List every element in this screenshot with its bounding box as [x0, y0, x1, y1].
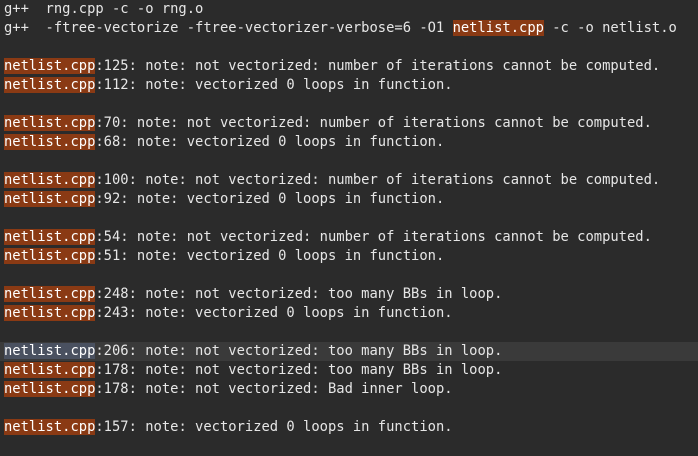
output-line[interactable]: netlist.cpp:112: note: vectorized 0 loop… — [0, 76, 698, 95]
output-line[interactable] — [0, 152, 698, 171]
search-match-highlight: netlist.cpp — [4, 172, 96, 188]
output-line[interactable]: netlist.cpp:70: note: not vectorized: nu… — [0, 114, 698, 133]
output-line[interactable]: netlist.cpp:178: note: not vectorized: t… — [0, 361, 698, 380]
output-text: :206: note: not vectorized: too many BBs… — [95, 343, 503, 359]
output-text: :243: note: vectorized 0 loops in functi… — [95, 305, 453, 321]
search-match-highlight: netlist.cpp — [4, 419, 96, 435]
output-text: -c -o netlist.o — [543, 20, 677, 36]
output-text: :92: note: vectorized 0 loops in functio… — [95, 191, 445, 207]
output-text: :70: note: not vectorized: number of ite… — [95, 115, 652, 131]
output-text: :125: note: not vectorized: number of it… — [95, 58, 661, 74]
search-match-highlight: netlist.cpp — [4, 362, 96, 378]
output-line[interactable]: netlist.cpp:100: note: not vectorized: n… — [0, 171, 698, 190]
output-line[interactable]: netlist.cpp:92: note: vectorized 0 loops… — [0, 190, 698, 209]
output-text: :112: note: vectorized 0 loops in functi… — [95, 77, 453, 93]
search-match-highlight: netlist.cpp — [4, 381, 96, 397]
output-line[interactable]: netlist.cpp:243: note: vectorized 0 loop… — [0, 304, 698, 323]
output-line[interactable] — [0, 38, 698, 57]
search-match-highlight: netlist.cpp — [4, 115, 96, 131]
output-text: :100: note: not vectorized: number of it… — [95, 172, 661, 188]
output-line[interactable]: netlist.cpp:54: note: not vectorized: nu… — [0, 228, 698, 247]
search-match-highlight: netlist.cpp — [4, 286, 96, 302]
output-line[interactable]: netlist.cpp:68: note: vectorized 0 loops… — [0, 133, 698, 152]
output-line[interactable] — [0, 437, 698, 456]
output-line[interactable]: netlist.cpp:157: note: vectorized 0 loop… — [0, 418, 698, 437]
output-text: g++ -ftree-vectorize -ftree-vectorizer-v… — [4, 20, 453, 36]
output-line[interactable]: netlist.cpp:125: note: not vectorized: n… — [0, 57, 698, 76]
search-match-highlight: netlist.cpp — [4, 305, 96, 321]
output-text: g++ rng.cpp -c -o rng.o — [4, 1, 204, 17]
output-text: :248: note: not vectorized: too many BBs… — [95, 286, 503, 302]
output-text: :51: note: vectorized 0 loops in functio… — [95, 248, 445, 264]
output-line[interactable] — [0, 323, 698, 342]
output-line[interactable] — [0, 266, 698, 285]
output-line[interactable]: netlist.cpp:51: note: vectorized 0 loops… — [0, 247, 698, 266]
output-text: :157: note: vectorized 0 loops in functi… — [95, 419, 453, 435]
output-text: :54: note: not vectorized: number of ite… — [95, 229, 652, 245]
output-line[interactable] — [0, 209, 698, 228]
output-line[interactable] — [0, 399, 698, 418]
terminal-output[interactable]: g++ rng.cpp -c -o rng.o g++ -ftree-vector… — [0, 0, 698, 441]
output-line[interactable]: g++ rng.cpp -c -o rng.o — [0, 0, 698, 19]
output-line[interactable] — [0, 95, 698, 114]
search-match-highlight: netlist.cpp — [4, 77, 96, 93]
current-output-line[interactable]: netlist.cpp:206: note: not vectorized: t… — [0, 342, 698, 361]
search-match-highlight: netlist.cpp — [4, 134, 96, 150]
search-match-highlight: netlist.cpp — [4, 58, 96, 74]
output-line[interactable]: netlist.cpp:248: note: not vectorized: t… — [0, 285, 698, 304]
search-match-highlight: netlist.cpp — [4, 229, 96, 245]
output-text: :178: note: not vectorized: Bad inner lo… — [95, 381, 453, 397]
search-match-highlight: netlist.cpp — [452, 20, 544, 36]
output-text: :178: note: not vectorized: too many BBs… — [95, 362, 503, 378]
output-text: :68: note: vectorized 0 loops in functio… — [95, 134, 445, 150]
search-match-highlight: netlist.cpp — [4, 191, 96, 207]
search-match-highlight: netlist.cpp — [4, 343, 96, 359]
search-match-highlight: netlist.cpp — [4, 248, 96, 264]
output-line[interactable]: g++ -ftree-vectorize -ftree-vectorizer-v… — [0, 19, 698, 38]
output-line[interactable]: netlist.cpp:178: note: not vectorized: B… — [0, 380, 698, 399]
